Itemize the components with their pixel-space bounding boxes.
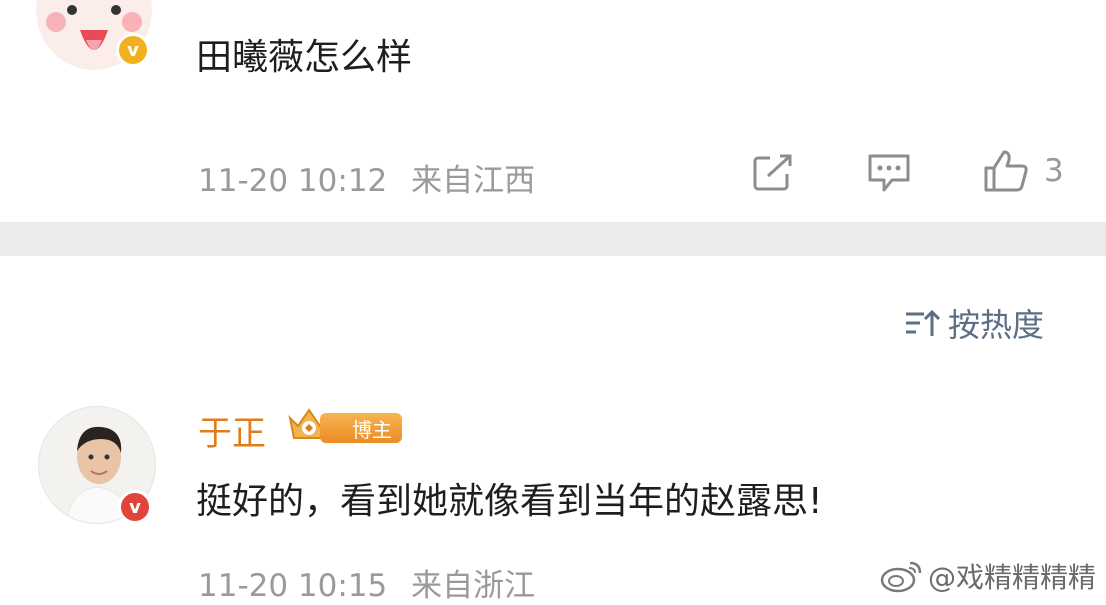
comment-time: 11-20 10:15 — [198, 568, 388, 604]
share-icon — [753, 154, 792, 191]
watermark-text: @戏精精精精 — [927, 561, 1096, 594]
comment-icon — [868, 154, 910, 192]
comment-text: 挺好的，看到她就像看到当年的赵露思! — [196, 481, 823, 522]
share-button[interactable] — [752, 152, 796, 192]
section-divider — [0, 222, 1106, 256]
sort-label: 按热度 — [948, 306, 1045, 344]
like-icon — [984, 150, 1028, 192]
comment-location: 来自江西 — [411, 163, 536, 199]
like-count: 3 — [1044, 153, 1064, 189]
blogger-badge-label: 博主 — [320, 413, 402, 443]
comment-location: 来自浙江 — [411, 568, 536, 604]
comment-meta: 11-20 10:15 来自浙江 — [198, 560, 535, 605]
verified-badge: v — [118, 490, 152, 524]
comment-button[interactable] — [866, 152, 912, 194]
watermark: @戏精精精精 — [880, 556, 1096, 596]
comment-card-top: v 田曦薇怎么样 11-20 10:12 来自江西 3 — [0, 0, 1106, 222]
blogger-badge[interactable]: 博主 — [286, 404, 404, 448]
comment-text: 田曦薇怎么样 — [196, 37, 413, 78]
username[interactable]: 于正 — [198, 406, 266, 455]
verified-badge: v — [116, 33, 150, 67]
like-button[interactable]: 3 — [982, 148, 1064, 194]
weibo-logo-icon — [880, 561, 922, 593]
comment-time: 11-20 10:12 — [198, 163, 388, 199]
comment-meta: 11-20 10:12 来自江西 — [198, 155, 535, 200]
sort-by-hot-button[interactable]: 按热度 — [904, 300, 1044, 346]
sort-icon — [906, 309, 940, 336]
